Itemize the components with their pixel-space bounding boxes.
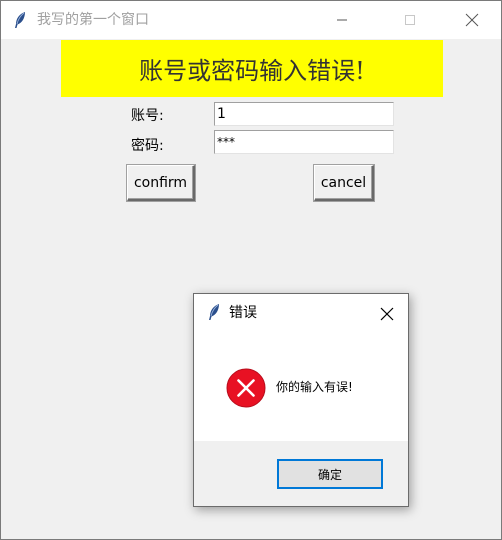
maximize-icon bbox=[405, 15, 415, 25]
error-dialog: 错误 你的输入有误! 确定 bbox=[193, 293, 409, 507]
account-input[interactable] bbox=[214, 102, 394, 126]
cancel-button[interactable]: cancel bbox=[314, 165, 374, 201]
dialog-footer: 确定 bbox=[194, 441, 408, 506]
password-input[interactable] bbox=[214, 130, 394, 154]
ok-button[interactable]: 确定 bbox=[277, 459, 383, 489]
dialog-title-bar[interactable]: 错误 bbox=[194, 294, 408, 332]
title-bar[interactable]: 我写的第一个窗口 bbox=[1, 1, 501, 39]
dialog-close-button[interactable] bbox=[372, 300, 402, 328]
close-icon bbox=[380, 307, 394, 321]
close-button[interactable] bbox=[449, 1, 495, 39]
feather-icon bbox=[207, 303, 221, 321]
maximize-button[interactable] bbox=[387, 1, 433, 39]
error-icon bbox=[226, 368, 266, 408]
close-icon bbox=[465, 13, 479, 27]
window-title: 我写的第一个窗口 bbox=[37, 12, 149, 28]
minimize-button[interactable] bbox=[319, 1, 365, 39]
feather-icon bbox=[13, 11, 27, 29]
account-label: 账号: bbox=[131, 108, 164, 124]
password-label: 密码: bbox=[131, 138, 164, 154]
error-banner: 账号或密码输入错误! bbox=[61, 40, 443, 97]
dialog-message: 你的输入有误! bbox=[276, 380, 353, 394]
confirm-button[interactable]: confirm bbox=[127, 165, 195, 201]
minimize-icon bbox=[337, 19, 347, 21]
dialog-title: 错误 bbox=[229, 305, 257, 321]
